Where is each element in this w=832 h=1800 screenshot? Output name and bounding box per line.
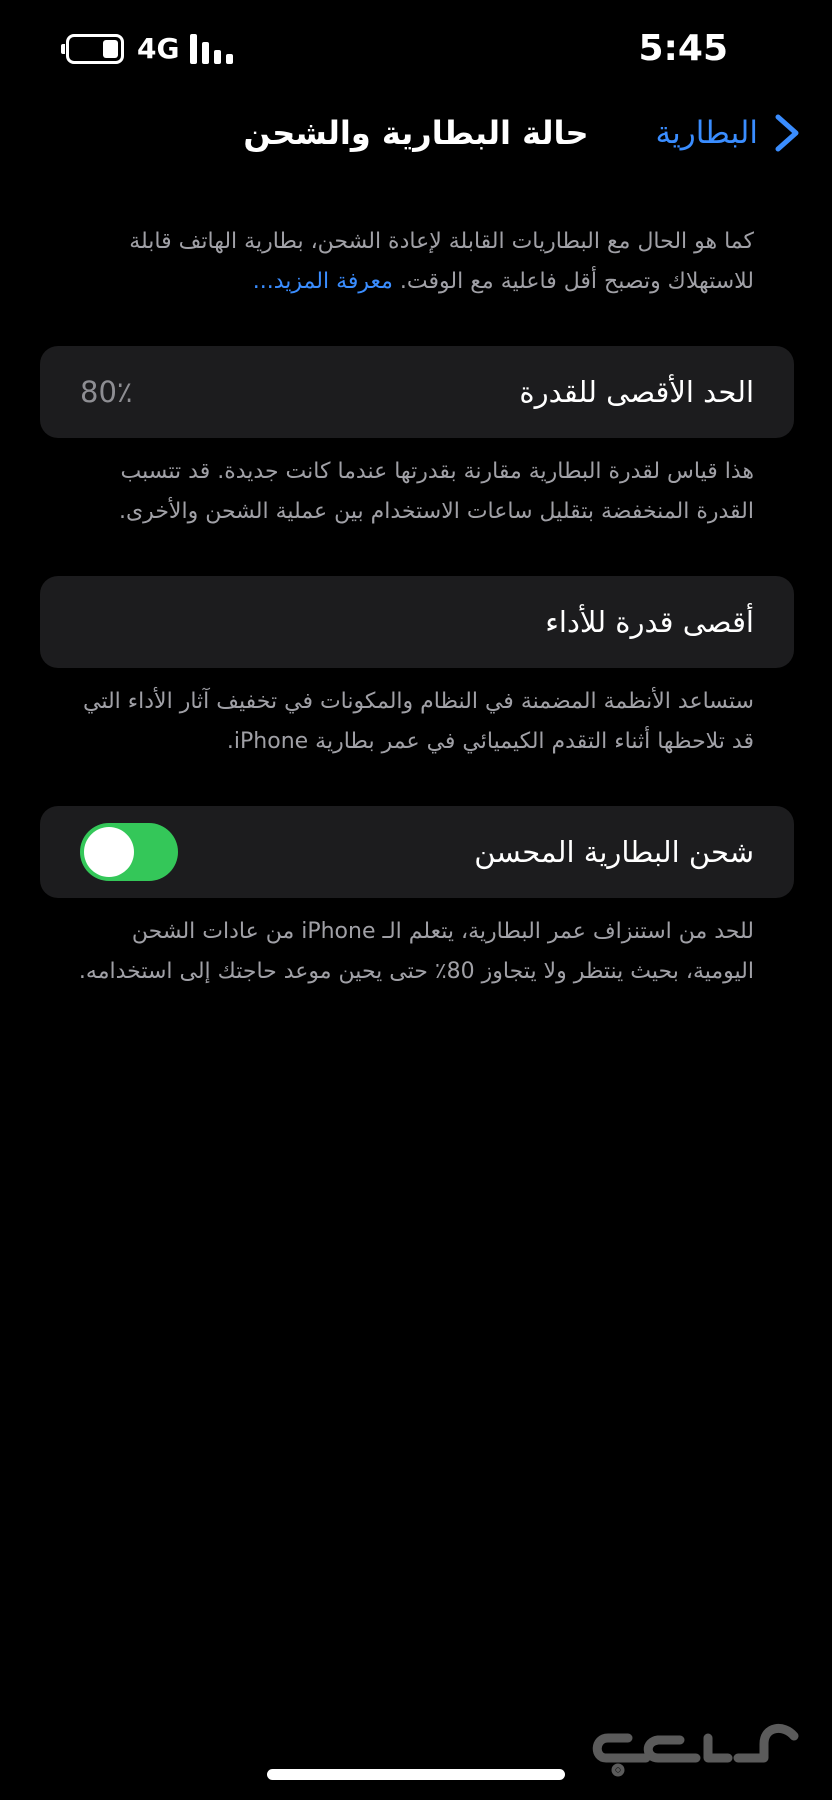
intro-description: كما هو الحال مع البطاريات القابلة لإعادة… [40,222,794,302]
max-capacity-value: 80٪ [80,375,133,409]
chevron-right-icon [775,114,799,152]
optimized-charging-label: شحن البطارية المحسن [474,835,754,869]
home-indicator[interactable] [267,1769,565,1780]
intro-text: كما هو الحال مع البطاريات القابلة لإعادة… [129,229,754,294]
haraj-watermark-logo [592,1724,799,1777]
optimized-charging-footer: للحد من استنزاف عمر البطارية، يتعلم الـ … [78,919,754,984]
status-time: 5:45 [638,28,728,69]
peak-performance-footer: ستساعد الأنظمة المضمنة في النظام والمكون… [83,689,754,754]
max-capacity-footer: هذا قياس لقدرة البطارية مقارنة بقدرتها ع… [118,459,754,524]
signal-strength-icon [190,34,234,64]
max-capacity-row: الحد الأقصى للقدرة 80٪ [40,346,794,438]
back-button[interactable]: البطارية [655,108,806,158]
toggle-knob [84,827,134,877]
max-capacity-label: الحد الأقصى للقدرة [519,375,754,409]
optimized-charging-toggle[interactable] [80,823,178,881]
peak-performance-row: أقصى قدرة للأداء [40,576,794,668]
peak-performance-label: أقصى قدرة للأداء [545,605,754,639]
learn-more-link[interactable]: معرفة المزيد... [253,269,393,294]
network-type: 4G [137,32,180,65]
optimized-charging-row: شحن البطارية المحسن [40,806,794,898]
back-button-label: البطارية [655,115,758,151]
battery-settings-list: كما هو الحال مع البطاريات القابلة لإعادة… [40,222,794,992]
status-bar: 4G 5:45 [0,0,832,100]
battery-icon [61,34,124,64]
